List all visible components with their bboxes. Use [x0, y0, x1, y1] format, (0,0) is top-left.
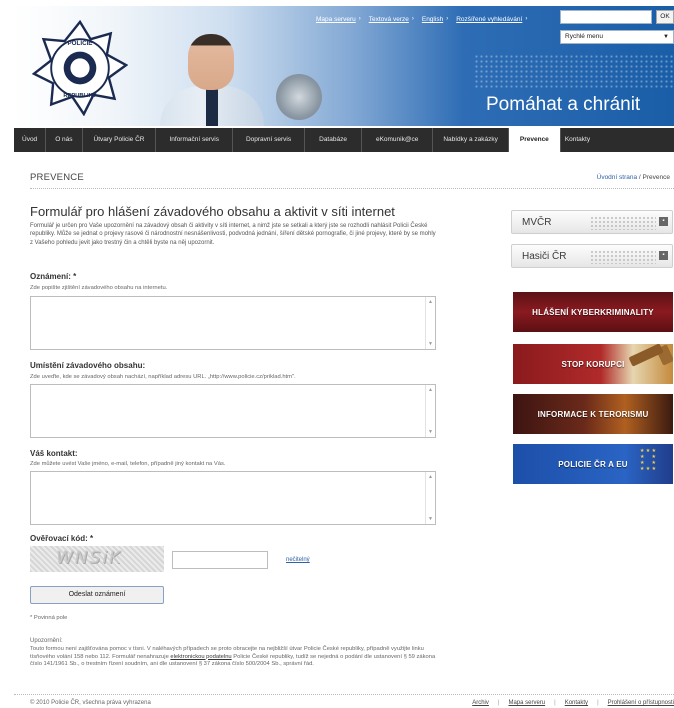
- scroll-up-icon[interactable]: ▲: [428, 474, 433, 480]
- form-intro: Formulář je určen pro Vaše upozornění na…: [30, 223, 436, 246]
- police-badge-image: [276, 74, 322, 120]
- top-link-advanced-search[interactable]: Rozšířené vyhledávání: [456, 16, 522, 23]
- breadcrumb-separator: /: [638, 174, 641, 181]
- dot-pattern: [590, 216, 656, 230]
- footer-links: Archiv | Mapa serveru | Kontakty | Prohlášení …: [472, 700, 674, 706]
- copyright: © 2010 Policie ČR, všechna práva vyhraze…: [30, 700, 151, 706]
- banner-label: INFORMACE K TERORISMU: [537, 409, 649, 419]
- banner-label: HLÁŠENÍ KYBERKRIMINALITY: [532, 307, 654, 317]
- expand-icon: ▪: [659, 251, 668, 260]
- scroll-down-icon[interactable]: ▼: [428, 429, 433, 435]
- report-hint: Zde popište zjištění závadového obsahu n…: [30, 285, 168, 291]
- warning-title: Upozornění:: [30, 638, 63, 644]
- report-label: Oznámení: *: [30, 272, 77, 281]
- nav-item-informacni-servis[interactable]: Informační servis: [156, 128, 233, 152]
- top-links: Mapa serveru › Textová verze › English › Ro…: [316, 16, 528, 23]
- top-link-english[interactable]: English: [422, 16, 443, 23]
- location-textarea[interactable]: ▲ ▼: [30, 384, 436, 438]
- nav-item-prevence[interactable]: Prevence: [508, 128, 561, 152]
- banner-police-eu[interactable]: ★ ★ ★ ★ ★ ★ ★ ★ ★ ★ POLICIE ČR A EU: [513, 444, 673, 484]
- banner-label: POLICIE ČR A EU: [558, 459, 628, 469]
- banner-cybercrime[interactable]: HLÁŠENÍ KYBERKRIMINALITY: [513, 292, 673, 332]
- footer-link-sitemap[interactable]: Mapa serveru: [508, 700, 545, 706]
- nav-item-dopravni-servis[interactable]: Dopravní servis: [233, 128, 306, 152]
- captcha-text: WNSiK: [56, 548, 123, 568]
- captcha-input[interactable]: [172, 551, 268, 569]
- chevron-down-icon: ▼: [663, 34, 669, 40]
- top-link-sitemap[interactable]: Mapa serveru: [316, 16, 356, 23]
- banner-terrorism[interactable]: INFORMACE K TERORISMU: [513, 394, 673, 434]
- scroll-up-icon[interactable]: ▲: [428, 387, 433, 393]
- police-logo[interactable]: POLICIE REPUBLIKY: [32, 20, 128, 116]
- captcha-label: Ověřovací kód: *: [30, 534, 94, 543]
- breadcrumb: Úvodní strana / Prevence: [597, 174, 670, 181]
- contact-textarea[interactable]: ▲ ▼: [30, 471, 436, 525]
- submit-button[interactable]: Odeslat oznámení: [30, 586, 164, 604]
- sidebar-button-hasici[interactable]: Hasiči ČR ▪: [511, 244, 673, 268]
- header-pattern: [474, 54, 674, 88]
- location-hint: Zde uveďte, kde se závadový obsah nacház…: [30, 374, 296, 380]
- nav-item-databaze[interactable]: Databáze: [305, 128, 362, 152]
- search-input[interactable]: [560, 10, 652, 24]
- breadcrumb-current: Prevence: [642, 174, 670, 181]
- quick-menu-value: Rychlé menu: [565, 33, 603, 40]
- footer-link-archive[interactable]: Archiv: [472, 700, 489, 706]
- e-podatelna-link[interactable]: elektronickou podatelnu: [170, 654, 231, 660]
- section-title: PREVENCE: [30, 172, 84, 183]
- scroll-down-icon[interactable]: ▼: [428, 341, 433, 347]
- top-link-text-version[interactable]: Textová verze: [369, 16, 409, 23]
- scroll-up-icon[interactable]: ▲: [428, 299, 433, 305]
- banner-label: STOP KORUPCI: [561, 359, 625, 369]
- sidebar-button-label: Hasiči ČR: [522, 251, 567, 262]
- scroll-down-icon[interactable]: ▼: [428, 516, 433, 522]
- main-navigation: Úvod O nás Útvary Policie ČR Informační …: [14, 128, 674, 152]
- contact-hint: Zde můžete uvést Vaše jméno, e-mail, tel…: [30, 461, 226, 467]
- nav-item-kontakty[interactable]: Kontakty: [561, 128, 594, 152]
- captcha-image: WNSiK: [30, 546, 164, 572]
- contact-label: Váš kontakt:: [30, 449, 78, 458]
- warning-text: Touto formou není zajišťována pomoc v tí…: [30, 646, 438, 669]
- footer-divider: [14, 694, 674, 695]
- location-label: Umístění závadového obsahu:: [30, 361, 146, 370]
- expand-icon: ▪: [659, 217, 668, 226]
- report-textarea[interactable]: ▲ ▼: [30, 296, 436, 350]
- divider: [30, 188, 674, 189]
- quick-menu-select[interactable]: Rychlé menu ▼: [560, 30, 674, 44]
- nav-item-uvod[interactable]: Úvod: [14, 128, 47, 152]
- nav-item-nabidky[interactable]: Nabídky a zakázky: [433, 128, 509, 152]
- svg-text:POLICIE: POLICIE: [68, 40, 93, 47]
- search-button[interactable]: OK: [656, 10, 674, 24]
- captcha-unreadable-link[interactable]: nečitelný: [286, 557, 310, 563]
- banner-stop-corruption[interactable]: STOP KORUPCI: [513, 344, 673, 384]
- police-officer-photo: [154, 30, 274, 126]
- sidebar-button-label: MVČR: [522, 217, 552, 228]
- svg-text:REPUBLIKY: REPUBLIKY: [63, 93, 96, 99]
- footer-link-accessibility[interactable]: Prohlášení o přístupnosti: [608, 700, 674, 706]
- required-note: * Povinná pole: [30, 615, 68, 621]
- header-slogan: Pomáhat a chránit: [486, 94, 641, 115]
- nav-item-o-nas[interactable]: O nás: [46, 128, 83, 152]
- nav-item-ekomunikace[interactable]: eKomunik@ce: [362, 128, 434, 152]
- footer-link-contacts[interactable]: Kontakty: [565, 700, 588, 706]
- dot-pattern: [590, 250, 656, 264]
- sidebar-button-mvcr[interactable]: MVČR ▪: [511, 210, 673, 234]
- page-title: Formulář pro hlášení závadového obsahu a…: [30, 204, 395, 219]
- breadcrumb-home[interactable]: Úvodní strana: [597, 174, 637, 181]
- nav-item-utvary[interactable]: Útvary Policie ČR: [83, 128, 157, 152]
